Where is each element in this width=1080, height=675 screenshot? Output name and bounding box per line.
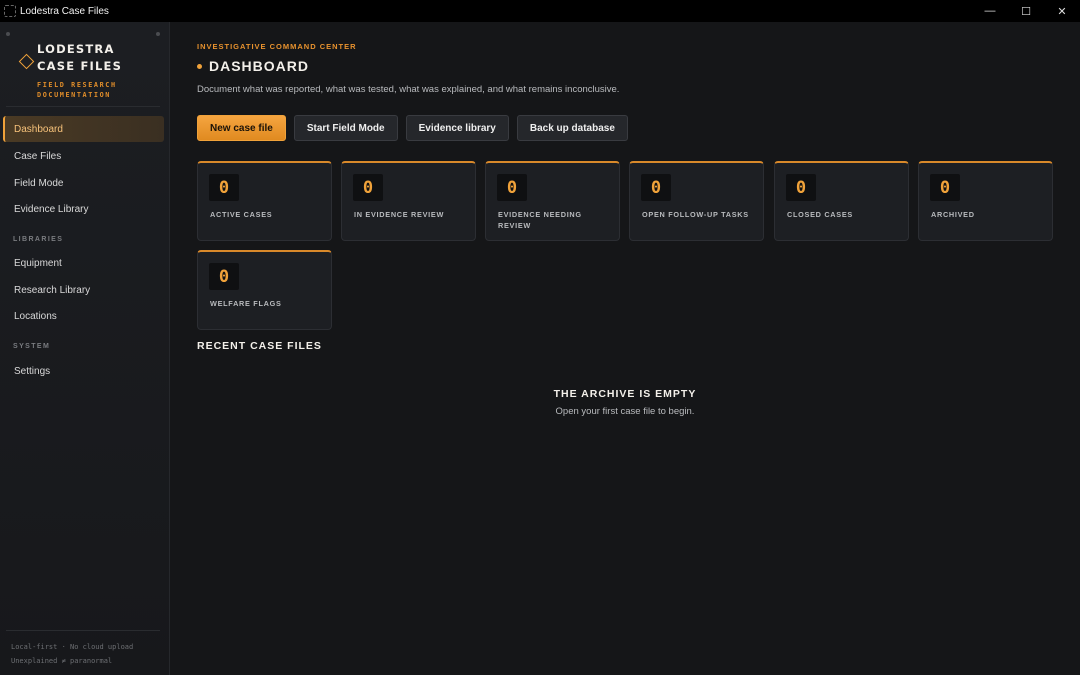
new-case-file-button[interactable]: New case file (197, 115, 286, 141)
title-bar: Lodestra Case Files — ☐ ✕ (0, 0, 1080, 22)
minimize-button[interactable]: — (972, 0, 1008, 22)
empty-state-text: Open your first case file to begin. (555, 406, 695, 417)
brand-tagline: FIELD RESEARCH DOCUMENTATION (37, 80, 117, 100)
stat-value: 0 (209, 174, 239, 201)
sidebar-item-settings[interactable]: Settings (3, 358, 164, 384)
sidebar-item-case-files[interactable]: Case Files (3, 143, 164, 169)
stat-value: 0 (353, 174, 383, 201)
close-button[interactable]: ✕ (1044, 0, 1080, 22)
section-label-libraries: LIBRARIES (13, 236, 64, 243)
sidebar-item-locations[interactable]: Locations (3, 303, 164, 329)
stat-label: ARCHIVED (931, 210, 975, 219)
back-up-database-button[interactable]: Back up database (516, 115, 628, 141)
empty-state-title: THE ARCHIVE IS EMPTY (553, 388, 697, 400)
sidebar-item-field-mode[interactable]: Field Mode (3, 170, 164, 196)
stat-label: CLOSED CASES (787, 210, 853, 219)
stat-card-evidence-needing-review[interactable]: 0 EVIDENCE NEEDING REVIEW (485, 161, 620, 241)
sidebar: LODESTRA CASE FILES FIELD RESEARCH DOCUM… (0, 22, 170, 675)
page-title-row: DASHBOARD (197, 58, 309, 74)
corner-dot-icon (156, 32, 160, 36)
stat-card-welfare-flags[interactable]: 0 WELFARE FLAGS (197, 250, 332, 330)
brand: LODESTRA CASE FILES FIELD RESEARCH DOCUM… (4, 30, 164, 116)
corner-dot-icon (6, 32, 10, 36)
footer-line: Unexplained ≠ paranormal (11, 657, 113, 665)
stat-value: 0 (497, 174, 527, 201)
page-title: DASHBOARD (209, 58, 309, 74)
stat-card-closed-cases[interactable]: 0 CLOSED CASES (774, 161, 909, 241)
sidebar-item-research-library[interactable]: Research Library (3, 277, 164, 303)
stat-label: ACTIVE CASES (210, 210, 273, 219)
brand-tagline-line2: DOCUMENTATION (37, 91, 111, 99)
stat-value: 0 (930, 174, 960, 201)
footer-line: Local-first · No cloud upload (11, 643, 134, 651)
brand-name-line1: LODESTRA (37, 42, 115, 56)
stat-value: 0 (786, 174, 816, 201)
sidebar-divider (6, 106, 160, 107)
status-dot-icon (197, 63, 202, 69)
window-controls: — ☐ ✕ (972, 0, 1080, 22)
sidebar-footer-divider (6, 630, 160, 631)
maximize-button[interactable]: ☐ (1008, 0, 1044, 22)
start-field-mode-button[interactable]: Start Field Mode (293, 115, 398, 141)
page-subtitle: Document what was reported, what was tes… (197, 84, 620, 95)
stat-value: 0 (209, 263, 239, 290)
page-eyebrow: INVESTIGATIVE COMMAND CENTER (197, 42, 357, 51)
sidebar-item-evidence-library[interactable]: Evidence Library (3, 196, 164, 222)
empty-state: THE ARCHIVE IS EMPTY Open your first cas… (170, 388, 1080, 417)
stat-card-in-evidence-review[interactable]: 0 IN EVIDENCE REVIEW (341, 161, 476, 241)
app-icon (4, 5, 16, 17)
diamond-logo-icon (18, 53, 35, 70)
stat-card-archived[interactable]: 0 ARCHIVED (918, 161, 1053, 241)
main-content: INVESTIGATIVE COMMAND CENTER DASHBOARD D… (170, 22, 1080, 675)
brand-name-line2: CASE FILES (37, 59, 123, 73)
sidebar-item-dashboard[interactable]: Dashboard (3, 116, 164, 142)
stat-card-active-cases[interactable]: 0 ACTIVE CASES (197, 161, 332, 241)
stat-value: 0 (641, 174, 671, 201)
stat-label: EVIDENCE NEEDING REVIEW (498, 210, 582, 230)
stat-label: WELFARE FLAGS (210, 299, 282, 308)
window-title: Lodestra Case Files (20, 5, 109, 17)
action-bar: New case file Start Field Mode Evidence … (197, 115, 628, 141)
sidebar-item-equipment[interactable]: Equipment (3, 250, 164, 276)
stat-label: IN EVIDENCE REVIEW (354, 210, 445, 219)
brand-tagline-line1: FIELD RESEARCH (37, 81, 117, 89)
evidence-library-button[interactable]: Evidence library (405, 115, 509, 141)
section-label-system: SYSTEM (13, 343, 51, 350)
recent-case-files-heading: RECENT CASE FILES (197, 340, 322, 352)
brand-name: LODESTRA CASE FILES (37, 41, 122, 75)
sidebar-footer: Local-first · No cloud upload Unexplaine… (11, 640, 133, 668)
stat-card-open-follow-up-tasks[interactable]: 0 OPEN FOLLOW-UP TASKS (629, 161, 764, 241)
stat-label: OPEN FOLLOW-UP TASKS (642, 210, 749, 219)
